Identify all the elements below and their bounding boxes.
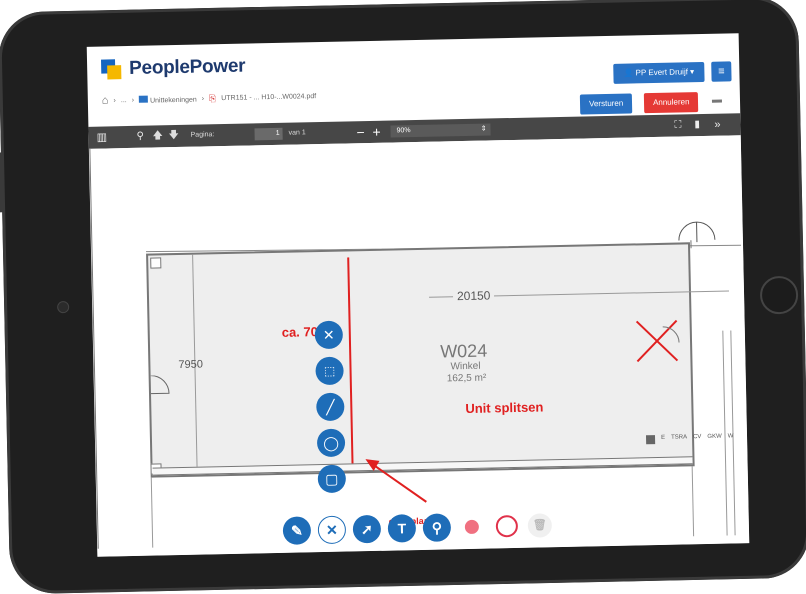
breadcrumb: ⌂ › ... › Unittekeningen › ⎘ UTR151 - ..… [102, 90, 317, 106]
previous-page-icon[interactable]: 🡅 [152, 125, 163, 147]
dimension-height: 7950 [178, 359, 203, 372]
text-tool-button[interactable]: T [388, 514, 417, 543]
door-arc-icon [151, 375, 172, 415]
user-menu-button[interactable]: 👤 PP Evert Druijf ▾ [613, 62, 704, 84]
close-shapes-button[interactable]: ✕ [315, 321, 344, 350]
hamburger-menu-button[interactable]: ≡ [711, 61, 731, 81]
trash-icon: 🗑 [533, 520, 547, 531]
breadcrumb-separator: › [132, 96, 134, 103]
fullscreen-icon[interactable]: ⛶ [674, 114, 681, 136]
line-tool-button[interactable]: ╱ [316, 393, 345, 422]
next-page-icon[interactable]: 🡇 [168, 125, 179, 147]
ring-icon [496, 515, 518, 537]
delete-button[interactable]: 🗑 [528, 513, 552, 537]
page-number-input[interactable]: 1 [254, 128, 282, 141]
logo-mark-icon [101, 59, 123, 79]
legend-item: W [728, 433, 734, 442]
pencil-icon: ✎ [291, 523, 303, 537]
zoom-out-button[interactable]: − [356, 121, 365, 143]
circle-icon: ◯ [323, 436, 339, 450]
breadcrumb-file[interactable]: UTR151 - ... H10-...W0024.pdf [221, 93, 316, 102]
close-icon: ✕ [323, 328, 335, 342]
page-label: Pagina: [190, 124, 214, 146]
breadcrumb-folder[interactable]: Unittekeningen [139, 94, 197, 104]
room-code: W024 [440, 341, 487, 363]
filled-dot-icon [465, 520, 479, 534]
annotation-split: Unit splitsen [465, 399, 543, 416]
selection-tool-button[interactable]: ⬚ [315, 357, 344, 386]
breadcrumb-folder-label: Unittekeningen [150, 96, 197, 104]
cancel-button[interactable]: Annuleren [644, 92, 699, 113]
dashed-rectangle-icon: ⬚ [324, 365, 336, 377]
cross-annotation-icon [633, 316, 684, 367]
sidebar-toggle-icon[interactable]: ▥ [96, 126, 107, 148]
arrow-annotation-icon [355, 441, 446, 513]
rectangle-tool-button[interactable]: ▢ [318, 465, 347, 494]
arrow-icon: ➚ [361, 522, 373, 536]
home-button[interactable] [760, 276, 799, 315]
fill-color-button[interactable] [458, 513, 487, 542]
map-marker-icon: ⚲ [432, 521, 443, 535]
pencil-tool-button[interactable]: ✎ [283, 516, 312, 545]
logo-text: PeoplePower [129, 56, 245, 80]
caret-down-icon: ▾ [690, 67, 694, 76]
comment-icon[interactable]: ▬ [712, 95, 722, 106]
room-type: Winkel [450, 361, 480, 373]
more-tools-icon[interactable]: » [714, 114, 721, 136]
arrow-tool-button[interactable]: ➚ [353, 515, 382, 544]
caret-icon: ⇕ [481, 124, 487, 136]
annotation-toolbar: ✎ ✕ ➚ T ⚲ 🗑 [283, 511, 553, 545]
document-canvas[interactable]: 20150 7950 W024 Winkel 162,5 m² ca. 70m2… [89, 135, 749, 557]
search-icon[interactable]: ⚲ [136, 126, 144, 148]
circle-tool-button[interactable]: ◯ [317, 429, 346, 458]
zoom-in-button[interactable]: + [372, 121, 381, 143]
page-total: van 1 [288, 122, 306, 144]
legend-box-icon [646, 435, 655, 444]
camera-icon [57, 301, 69, 313]
room-area: 162,5 m² [447, 373, 487, 385]
pdf-icon: ⎘ [209, 93, 216, 104]
dimension-width: 20150 [453, 288, 495, 303]
breadcrumb-ellipsis[interactable]: ... [121, 97, 127, 104]
document-icon[interactable]: ▮ [694, 114, 700, 136]
zoom-value: 90% [396, 127, 410, 134]
legend-item: GKW [707, 434, 722, 443]
home-icon[interactable]: ⌂ [102, 94, 109, 106]
line-icon: ╱ [326, 400, 335, 414]
logo: PeoplePower [101, 56, 245, 81]
shapes-toggle-button[interactable]: ✕ [318, 516, 347, 545]
legend-item: CV [693, 434, 702, 443]
legend-item: E [661, 435, 665, 444]
legend-item: TSRA [671, 434, 687, 443]
folder-icon [139, 95, 148, 102]
stroke-color-button[interactable] [493, 512, 522, 541]
side-key [0, 152, 4, 212]
installation-legend: E TSRA CV GKW W [646, 433, 734, 444]
text-icon: T [397, 521, 406, 535]
hamburger-icon: ≡ [718, 66, 725, 78]
app-screen: PeoplePower 👤 PP Evert Druijf ▾ ≡ ⌂ › ..… [87, 33, 750, 557]
close-icon: ✕ [326, 523, 338, 537]
rectangle-icon: ▢ [325, 472, 339, 486]
marker-tool-button[interactable]: ⚲ [423, 513, 452, 542]
breadcrumb-separator: › [113, 97, 115, 104]
user-icon: 👤 [623, 68, 633, 77]
column-marker [150, 257, 161, 268]
user-name: PP Evert Druijf [636, 67, 688, 77]
breadcrumb-separator: › [202, 95, 204, 102]
zoom-select[interactable]: 90% ⇕ [390, 123, 490, 137]
send-button[interactable]: Versturen [580, 93, 633, 114]
shape-tools-palette: ✕ ⬚ ╱ ◯ ▢ [315, 321, 349, 502]
